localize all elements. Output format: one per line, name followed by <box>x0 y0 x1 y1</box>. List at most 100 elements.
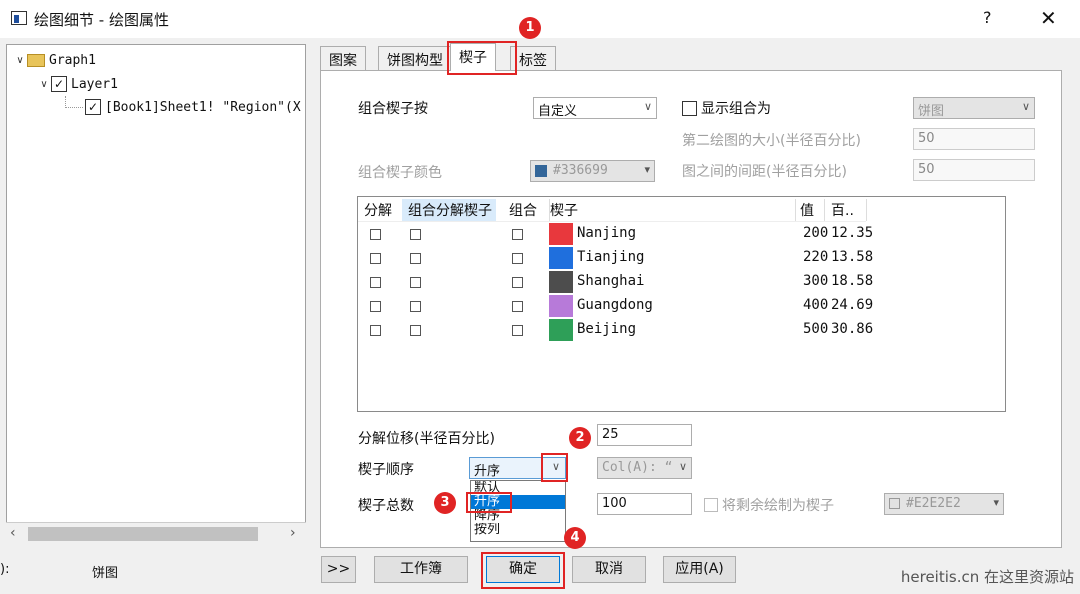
show-group-checkbox[interactable] <box>682 100 697 116</box>
tree-plot-label: [Book1]Sheet1! "Region"(X <box>105 99 301 115</box>
group-checkbox[interactable] <box>512 325 523 336</box>
table-row[interactable]: Tianjing 220 13.58 <box>358 246 878 270</box>
apply-button[interactable]: 应用(A) <box>663 556 736 583</box>
scroll-right-icon[interactable]: › <box>290 525 296 541</box>
checkbox-plot[interactable]: ✓ <box>85 99 101 115</box>
second-size-label: 第二绘图的大小(半径百分比) <box>682 133 861 149</box>
chevron-down-icon: ▾ <box>644 163 650 176</box>
remaining-label: 将剩余绘制为楔子 <box>722 498 834 514</box>
close-button[interactable]: ✕ <box>1040 6 1057 30</box>
grid-col-divider <box>824 199 825 221</box>
table-row[interactable]: Beijing 500 30.86 <box>358 318 878 342</box>
explode-checkbox[interactable] <box>370 301 381 312</box>
explode-checkbox[interactable] <box>370 253 381 264</box>
chevron-down-icon[interactable]: ∨ <box>37 79 51 90</box>
order-label: 楔子顺序 <box>358 462 414 478</box>
cancel-button[interactable]: 取消 <box>572 556 646 583</box>
explode-offset-input[interactable]: 25 <box>597 424 692 446</box>
annotation-box-arrow <box>541 453 568 482</box>
group-checkbox[interactable] <box>512 301 523 312</box>
wedge-value: 220 <box>803 249 829 265</box>
show-group-label: 显示组合为 <box>701 101 771 117</box>
wedge-name: Nanjing <box>577 225 637 241</box>
folder-icon <box>27 53 45 67</box>
annotation-badge-3: 3 <box>434 492 456 514</box>
grid-col-divider <box>795 199 796 221</box>
chevron-down-icon: ∨ <box>643 100 652 113</box>
checkbox-layer[interactable]: ✓ <box>51 76 67 92</box>
group-checkbox[interactable] <box>512 253 523 264</box>
explode-checkbox[interactable] <box>370 325 381 336</box>
wedge-color-swatch[interactable] <box>549 223 573 245</box>
color-swatch <box>889 498 900 509</box>
group-by-label: 组合楔子按 <box>358 101 428 117</box>
tree-horizontal-scrollbar[interactable]: ‹ › <box>6 522 306 546</box>
group-explode-checkbox[interactable] <box>410 325 421 336</box>
grid-header-explode: 分解 <box>364 203 392 219</box>
group-checkbox[interactable] <box>512 229 523 240</box>
order-column-select: Col(A): “ ∨ <box>597 457 692 479</box>
help-button[interactable]: ? <box>983 8 992 27</box>
wedge-percent: 18.58 <box>831 273 874 289</box>
total-wedges-label: 楔子总数 <box>358 498 414 514</box>
group-by-value: 自定义 <box>538 104 578 119</box>
group-explode-checkbox[interactable] <box>410 253 421 264</box>
group-explode-checkbox[interactable] <box>410 229 421 240</box>
grid-header-value: 值 <box>800 203 814 219</box>
grid-header-percent: 百.. <box>831 203 854 219</box>
remaining-color-select: #E2E2E2 ▾ <box>884 493 1004 515</box>
annotation-badge-2: 2 <box>569 427 591 449</box>
app-icon <box>11 11 27 25</box>
tab-pattern[interactable]: 图案 <box>320 46 366 70</box>
explode-checkbox[interactable] <box>370 277 381 288</box>
table-row[interactable]: Guangdong 400 24.69 <box>358 294 878 318</box>
workbook-button[interactable]: 工作簿 <box>374 556 468 583</box>
group-color-value: #336699 <box>553 163 608 178</box>
dropdown-option-by-column[interactable]: 按列 <box>471 523 565 537</box>
spacing-input: 50 <box>913 159 1035 181</box>
scroll-thumb[interactable] <box>28 527 258 541</box>
annotation-box-option <box>466 492 512 513</box>
scroll-left-icon[interactable]: ‹ <box>10 525 16 541</box>
tree-connector <box>65 96 83 108</box>
wedge-color-swatch[interactable] <box>549 271 573 293</box>
wedge-color-swatch[interactable] <box>549 319 573 341</box>
wedge-name: Beijing <box>577 321 637 337</box>
show-group-checkbox-row[interactable]: 显示组合为 <box>682 98 771 118</box>
table-row[interactable]: Nanjing 200 12.35 <box>358 222 878 246</box>
group-color-label: 组合楔子颜色 <box>358 165 442 181</box>
tree-item-layer[interactable]: ∨ ✓ Layer1 <box>37 73 118 95</box>
wedge-percent: 12.35 <box>831 225 874 241</box>
table-row[interactable]: Shanghai 300 18.58 <box>358 270 878 294</box>
chevron-down-icon: ▾ <box>993 496 999 509</box>
tree-item-plot[interactable]: ✓ [Book1]Sheet1! "Region"(X <box>65 96 301 118</box>
group-explode-checkbox[interactable] <box>410 301 421 312</box>
grid-col-divider <box>549 199 550 221</box>
wedge-value: 200 <box>803 225 829 241</box>
remaining-color-value: #E2E2E2 <box>906 496 961 511</box>
annotation-badge-1: 1 <box>519 17 541 39</box>
annotation-badge-4: 4 <box>564 527 586 549</box>
group-color-select: #336699 ▾ <box>530 160 655 182</box>
expand-button[interactable]: >> <box>321 556 356 583</box>
group-by-select[interactable]: 自定义 ∨ <box>533 97 657 119</box>
wedge-name: Tianjing <box>577 249 645 265</box>
spacing-label: 图之间的间距(半径百分比) <box>682 164 847 180</box>
total-wedges-input[interactable]: 100 <box>597 493 692 515</box>
chevron-down-icon[interactable]: ∨ <box>13 55 27 66</box>
wedge-value: 300 <box>803 273 829 289</box>
annotation-box-ok <box>481 552 565 589</box>
wedge-grid: 分解 组合分解楔子 组合 楔子 值 百.. Nanjing 200 12.35 … <box>357 196 1006 412</box>
color-swatch <box>535 164 547 177</box>
chevron-down-icon: ∨ <box>1021 100 1030 113</box>
wedge-color-swatch[interactable] <box>549 247 573 269</box>
group-checkbox[interactable] <box>512 277 523 288</box>
wedge-color-swatch[interactable] <box>549 295 573 317</box>
wedge-percent: 30.86 <box>831 321 874 337</box>
watermark: hereitis.cn 在这里资源站 <box>900 568 1074 586</box>
explode-checkbox[interactable] <box>370 229 381 240</box>
tree-item-graph[interactable]: ∨ Graph1 <box>13 49 96 71</box>
tab-pie-geometry[interactable]: 饼图构型 <box>378 46 452 70</box>
group-explode-checkbox[interactable] <box>410 277 421 288</box>
plot-type-value: 饼图 <box>92 566 119 581</box>
